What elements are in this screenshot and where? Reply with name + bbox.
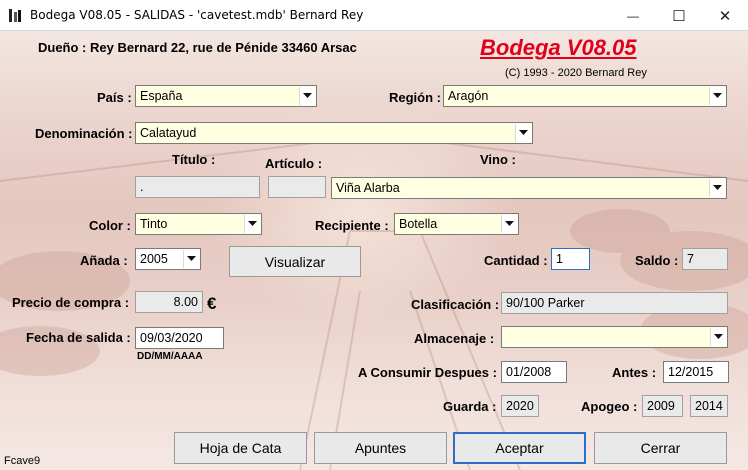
anada-select[interactable]: 2005 (135, 248, 201, 270)
guarda-label: Guarda : (443, 399, 497, 414)
denominacion-select[interactable]: Calatayud (135, 122, 533, 144)
minimize-icon: — (627, 8, 639, 23)
currency-euro: € (207, 294, 217, 313)
guarda-field: 2020 (501, 395, 539, 417)
form-client-area: Dueño : Rey Bernard 22, rue de Pénide 33… (0, 31, 748, 470)
apogeo-from-field: 2009 (642, 395, 683, 417)
maximize-icon: ☐ (672, 7, 686, 25)
chevron-down-icon[interactable] (709, 179, 725, 197)
date-format-hint: DD/MM/AAAA (137, 351, 203, 362)
visualizar-button[interactable]: Visualizar (229, 246, 361, 277)
copyright-text: (C) 1993 - 2020 Bernard Rey (505, 67, 647, 79)
chevron-down-icon[interactable] (183, 250, 199, 268)
recipiente-select[interactable]: Botella (394, 213, 519, 235)
denominacion-label: Denominación : (35, 126, 133, 141)
color-select[interactable]: Tinto (135, 213, 262, 235)
maximize-button[interactable]: ☐ (656, 0, 702, 31)
antes-input[interactable]: 12/2015 (663, 361, 729, 383)
recipiente-label: Recipiente : (315, 218, 389, 233)
form-id-label: Fcave9 (4, 455, 41, 467)
window-title: Bodega V08.05 - SALIDAS - 'cavetest.mdb'… (30, 8, 364, 22)
fecha-salida-input[interactable]: 09/03/2020 (135, 327, 224, 349)
color-label: Color : (89, 218, 131, 233)
clasificacion-label: Clasificación : (411, 297, 500, 312)
apogeo-to-field: 2014 (690, 395, 728, 417)
anada-value: 2005 (140, 252, 168, 266)
precio-label: Precio de compra : (12, 295, 130, 310)
articulo-field[interactable] (268, 176, 326, 198)
anada-label: Añada : (80, 253, 128, 268)
cantidad-label: Cantidad : (484, 253, 548, 268)
close-button[interactable]: ✕ (702, 0, 748, 31)
chevron-down-icon[interactable] (501, 215, 517, 233)
almacenaje-select[interactable] (501, 326, 728, 348)
chevron-down-icon[interactable] (710, 328, 726, 346)
cerrar-button[interactable]: Cerrar (594, 432, 727, 464)
chevron-down-icon[interactable] (299, 87, 315, 105)
chevron-down-icon[interactable] (515, 124, 531, 142)
vino-select[interactable]: Viña Alarba (331, 177, 727, 199)
pais-value: España (140, 89, 183, 103)
recipiente-value: Botella (399, 217, 438, 231)
aceptar-button[interactable]: Aceptar (453, 432, 586, 464)
denominacion-value: Calatayud (140, 126, 197, 140)
minimize-button[interactable]: — (610, 0, 656, 31)
hoja-cata-button[interactable]: Hoja de Cata (174, 432, 307, 464)
antes-label: Antes : (612, 365, 657, 380)
vino-label: Vino : (480, 152, 516, 167)
close-icon: ✕ (718, 7, 732, 25)
titulo-label: Título : (172, 152, 216, 167)
clasificacion-field[interactable]: 90/100 Parker (501, 292, 728, 314)
chevron-down-icon[interactable] (244, 215, 260, 233)
apogeo-label: Apogeo : (581, 399, 638, 414)
title-bar[interactable]: Bodega V08.05 - SALIDAS - 'cavetest.mdb'… (0, 0, 748, 31)
chevron-down-icon[interactable] (709, 87, 725, 105)
app-bottle-icon (9, 9, 21, 22)
almacenaje-label: Almacenaje : (414, 331, 495, 346)
brand-title: Bodega V08.05 (480, 35, 637, 60)
region-label: Región : (389, 90, 441, 105)
owner-address: Dueño : Rey Bernard 22, rue de Pénide 33… (38, 40, 357, 55)
color-value: Tinto (140, 217, 168, 231)
consumir-despues-input[interactable]: 01/2008 (501, 361, 567, 383)
pais-label: País : (97, 90, 132, 105)
fecha-salida-label: Fecha de salida : (26, 330, 131, 345)
region-select[interactable]: Aragón (443, 85, 727, 107)
titulo-field[interactable]: . (135, 176, 260, 198)
consumir-despues-label: A Consumir Despues : (358, 365, 497, 380)
precio-field[interactable]: 8.00 (135, 291, 203, 313)
cantidad-input[interactable]: 1 (551, 248, 590, 270)
apuntes-button[interactable]: Apuntes (314, 432, 447, 464)
articulo-label: Artículo : (265, 156, 323, 171)
pais-select[interactable]: España (135, 85, 317, 107)
vino-value: Viña Alarba (336, 181, 400, 195)
region-value: Aragón (448, 89, 489, 103)
saldo-label: Saldo : (635, 253, 679, 268)
saldo-field: 7 (682, 248, 728, 270)
